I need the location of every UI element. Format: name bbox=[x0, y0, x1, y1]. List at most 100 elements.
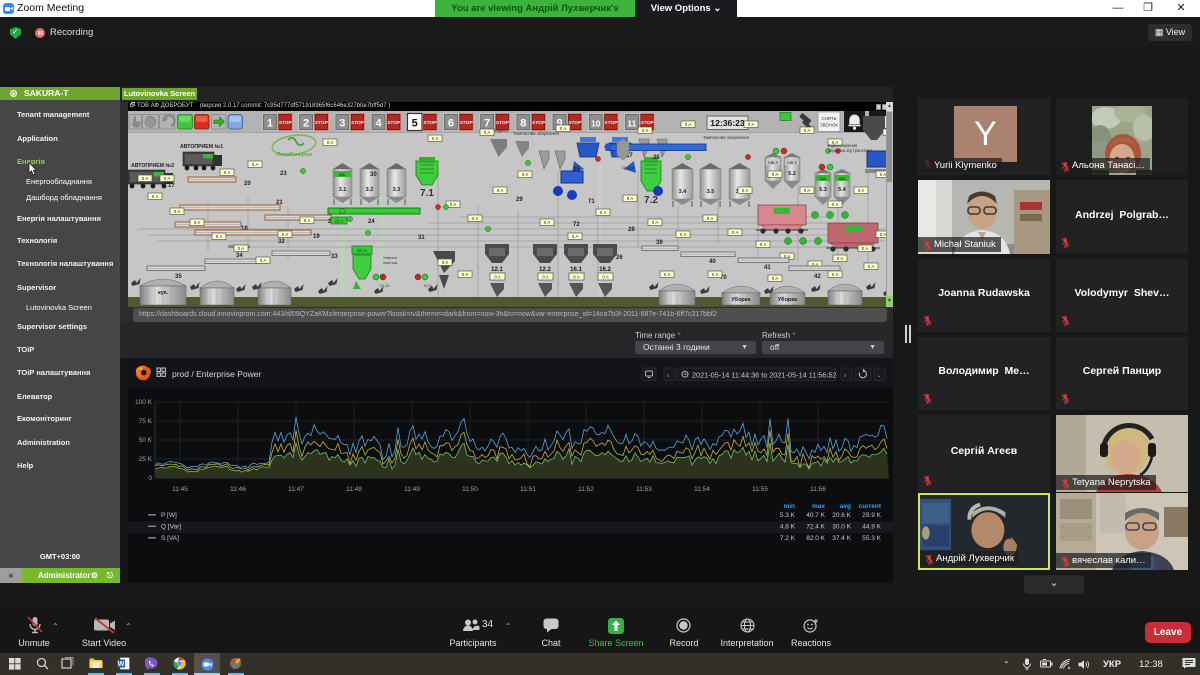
svg-text:STOP: STOP bbox=[387, 120, 401, 126]
svg-text:34: 34 bbox=[236, 253, 243, 259]
svg-text:STOP: STOP bbox=[315, 120, 329, 126]
svg-text:зерна на з/д транспорт: зерна на з/д транспорт bbox=[828, 148, 873, 153]
svg-text:0 А: 0 А bbox=[304, 218, 310, 223]
svg-text:0 А: 0 А bbox=[832, 272, 838, 277]
svg-text:STOP: STOP bbox=[351, 120, 365, 126]
svg-text:STOP: STOP bbox=[641, 120, 655, 126]
svg-text:Інв 3: Інв 3 bbox=[768, 160, 778, 165]
svg-text:0 А: 0 А bbox=[494, 274, 500, 279]
svg-text:3.4: 3.4 bbox=[679, 189, 688, 195]
svg-text:0 А: 0 А bbox=[174, 209, 180, 214]
svg-text:11:55: 11:55 bbox=[752, 486, 768, 493]
svg-text:0 А: 0 А bbox=[522, 172, 528, 177]
svg-text:max: max bbox=[812, 503, 825, 510]
svg-text:33: 33 bbox=[331, 254, 338, 260]
svg-text:очистка: очистка bbox=[383, 260, 398, 265]
svg-text:0: 0 bbox=[148, 475, 152, 482]
svg-text:1: 1 bbox=[267, 118, 273, 130]
svg-text:АВТОПРИЕМ №2: АВТОПРИЕМ №2 bbox=[131, 163, 174, 169]
svg-text:11:49: 11:49 bbox=[404, 486, 420, 493]
svg-text:0 А: 0 А bbox=[194, 220, 200, 225]
svg-text:71: 71 bbox=[588, 199, 595, 205]
svg-text:0 А: 0 А bbox=[573, 274, 579, 279]
svg-text:2021-05-14 11:44:36 to 2021-05: 2021-05-14 11:44:36 to 2021-05-14 11:56:… bbox=[692, 370, 837, 379]
svg-text:0 А: 0 А bbox=[642, 128, 648, 133]
svg-text:0 А: 0 А bbox=[664, 272, 670, 277]
svg-text:30.0 K: 30.0 K bbox=[832, 524, 851, 531]
svg-text:0 А: 0 А bbox=[432, 136, 438, 141]
svg-text:0 А: 0 А bbox=[837, 256, 843, 261]
svg-text:82.0 K: 82.0 K bbox=[806, 535, 825, 542]
svg-text:0 А: 0 А bbox=[627, 196, 633, 201]
svg-text:0 А: 0 А bbox=[282, 232, 288, 237]
svg-text:7.2 K: 7.2 K bbox=[780, 535, 796, 542]
svg-text:0 А: 0 А bbox=[742, 188, 748, 193]
svg-text:4: 4 bbox=[375, 118, 382, 130]
svg-text:16.2: 16.2 bbox=[599, 267, 611, 273]
svg-text:⌄: ⌄ bbox=[877, 373, 882, 379]
svg-text:11:51: 11:51 bbox=[520, 486, 536, 493]
svg-text:Уборка: Уборка bbox=[778, 296, 798, 303]
svg-text:кук: кук bbox=[820, 176, 826, 181]
svg-text:0 А: 0 А bbox=[260, 258, 266, 263]
svg-text:3.1: 3.1 bbox=[339, 187, 347, 193]
svg-text:ЗВОНОК: ЗВОНОК bbox=[820, 123, 838, 128]
svg-text:21: 21 bbox=[276, 200, 283, 206]
svg-text:0 А: 0 А bbox=[252, 162, 258, 167]
svg-text:0 А: 0 А bbox=[707, 216, 713, 221]
svg-text:0 А: 0 А bbox=[760, 242, 766, 247]
svg-text:17: 17 bbox=[168, 183, 175, 189]
svg-text:25: 25 bbox=[573, 167, 580, 173]
svg-text:0 А: 0 А bbox=[868, 264, 874, 269]
svg-text:0 А: 0 А bbox=[484, 130, 490, 135]
svg-text:7: 7 bbox=[484, 118, 490, 130]
svg-text:current: current bbox=[859, 503, 882, 510]
svg-text:72.4 K: 72.4 K bbox=[806, 524, 825, 531]
svg-text:СНЯТЬ: СНЯТЬ bbox=[821, 116, 836, 121]
svg-text:11:53: 11:53 bbox=[636, 486, 652, 493]
svg-text:STOP: STOP bbox=[496, 120, 510, 126]
svg-text:0 А: 0 А bbox=[327, 140, 333, 145]
svg-text:0 А: 0 А bbox=[804, 128, 810, 133]
svg-text:0 А: 0 А bbox=[544, 220, 550, 225]
svg-text:0 А: 0 А bbox=[164, 176, 170, 181]
svg-text:11:46: 11:46 bbox=[230, 486, 246, 493]
svg-text:0 А: 0 А bbox=[542, 274, 548, 279]
svg-text:11:52: 11:52 bbox=[578, 486, 594, 493]
svg-text:11:54: 11:54 bbox=[694, 486, 710, 493]
svg-text:STOP: STOP bbox=[279, 120, 293, 126]
svg-text:0 А: 0 А bbox=[862, 246, 868, 251]
svg-text:42: 42 bbox=[814, 274, 821, 280]
svg-text:avg: avg bbox=[840, 503, 851, 510]
svg-text:0 А: 0 А bbox=[602, 274, 608, 279]
svg-text:Уборка: Уборка bbox=[731, 296, 751, 303]
svg-text:кук.: кук. bbox=[339, 172, 347, 177]
svg-text:кук.: кук. bbox=[158, 290, 169, 296]
svg-text:4.8 K: 4.8 K bbox=[780, 524, 796, 531]
svg-text:11:47: 11:47 bbox=[288, 486, 304, 493]
svg-text:12:36:23: 12:36:23 bbox=[710, 118, 745, 128]
svg-text:STOP: STOP bbox=[460, 120, 474, 126]
svg-text:⌄: ⌄ bbox=[826, 373, 831, 379]
svg-text:0 А: 0 А bbox=[712, 272, 718, 277]
svg-text:16.1: 16.1 bbox=[570, 267, 582, 273]
svg-text:20.6 K: 20.6 K bbox=[832, 512, 851, 519]
svg-text:19: 19 bbox=[313, 234, 320, 240]
svg-text:41: 41 bbox=[764, 265, 771, 271]
svg-text:12.1: 12.1 bbox=[491, 267, 503, 273]
svg-text:6: 6 bbox=[448, 118, 454, 130]
svg-text:10: 10 bbox=[591, 119, 601, 129]
svg-text:0 А: 0 А bbox=[685, 122, 691, 127]
svg-text:0 А: 0 А bbox=[472, 216, 478, 221]
svg-text:prod / Enterprise Power: prod / Enterprise Power bbox=[172, 369, 261, 379]
svg-text:100 K: 100 K bbox=[135, 399, 153, 406]
svg-text:40.7 K: 40.7 K bbox=[806, 512, 825, 519]
svg-text:11: 11 bbox=[627, 119, 636, 129]
svg-text:55.3 K: 55.3 K bbox=[862, 535, 881, 542]
svg-text:91.10: 91.10 bbox=[380, 284, 390, 288]
svg-text:STOP: STOP bbox=[532, 120, 546, 126]
svg-text:0 А: 0 А bbox=[224, 170, 230, 175]
svg-text:3.5: 3.5 bbox=[707, 189, 715, 195]
svg-text:ИнноВинпром: ИнноВинпром bbox=[276, 152, 312, 158]
svg-text:0 А: 0 А bbox=[216, 234, 222, 239]
